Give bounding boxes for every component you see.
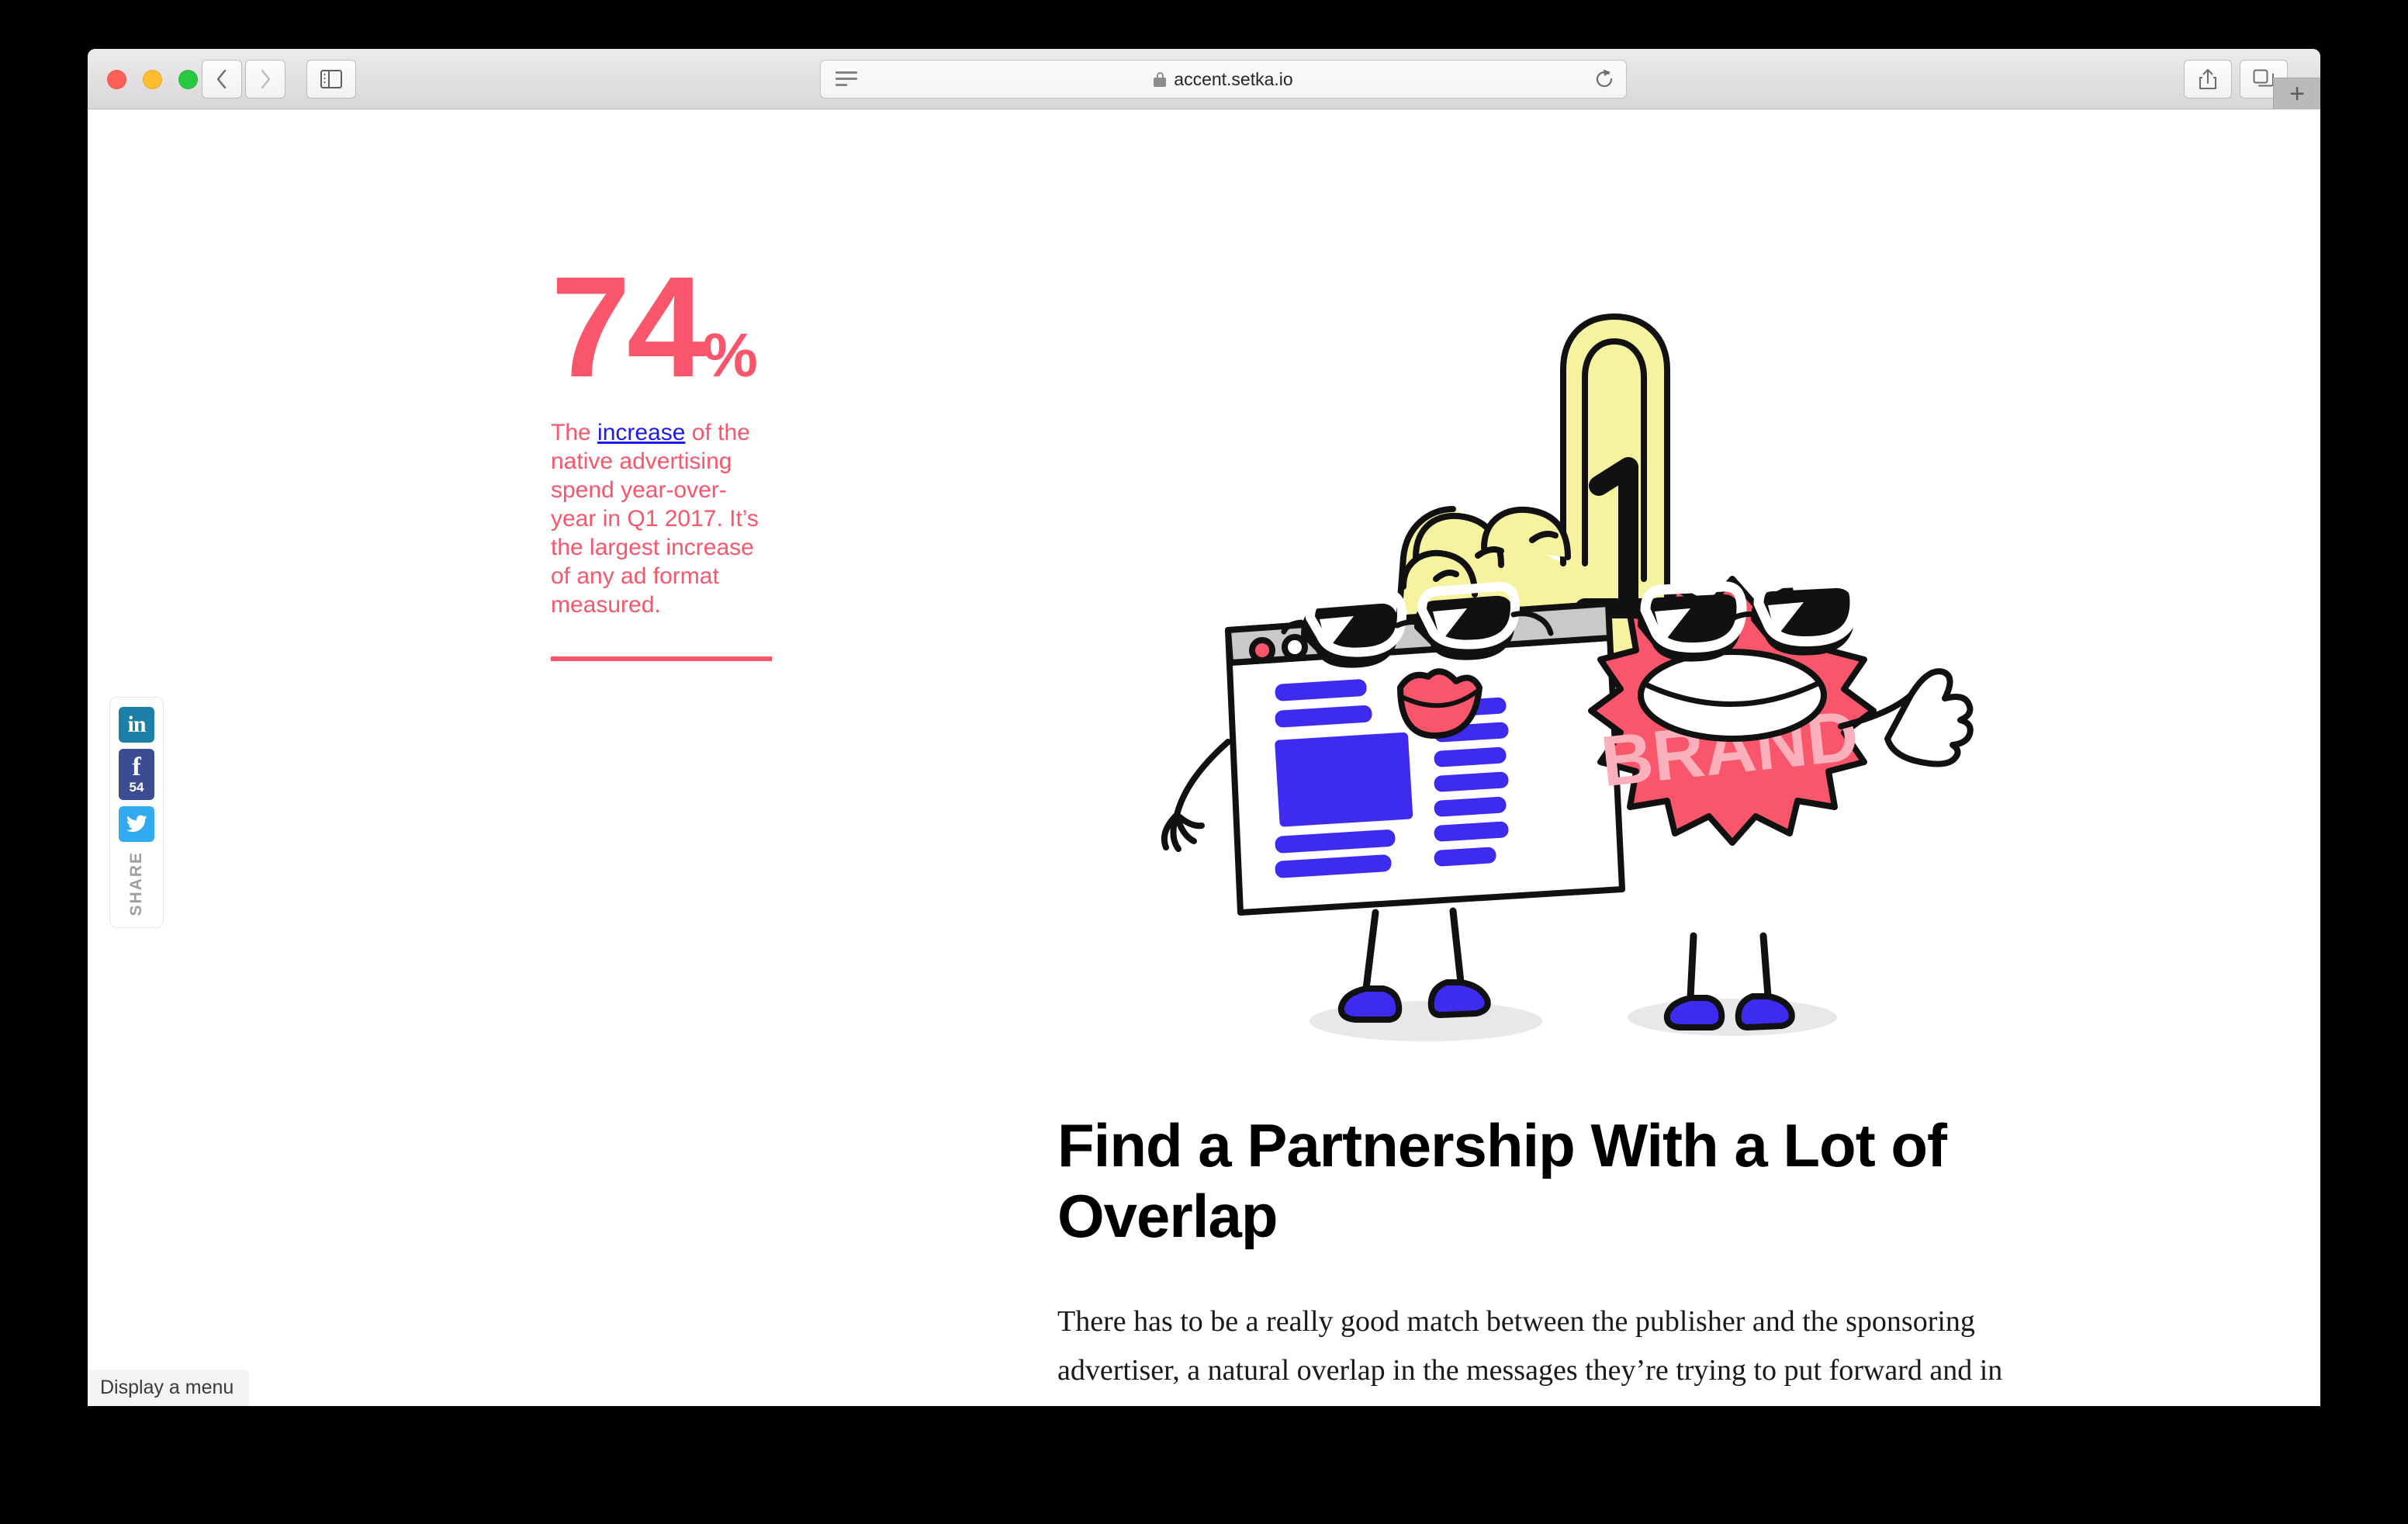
stat-caption: The increase of the native advertising s… — [551, 419, 760, 619]
linkedin-glyph: in — [127, 712, 146, 737]
new-tab-label: + — [2289, 79, 2305, 109]
stat-unit: % — [702, 320, 758, 390]
sidebar-toggle-button[interactable] — [306, 60, 356, 99]
tabs-icon — [2253, 69, 2274, 87]
browser-window: accent.setka.io + in f 54 SHARE 74% The … — [88, 49, 2320, 1406]
forward-button[interactable] — [245, 60, 285, 99]
chevron-left-icon — [216, 69, 227, 89]
close-window-button[interactable] — [107, 70, 126, 89]
twitter-bird-icon — [126, 815, 147, 833]
share-label: SHARE — [127, 851, 145, 916]
caption-before: The — [551, 420, 598, 446]
facebook-glyph: f — [132, 752, 141, 781]
stat-callout: 74% The increase of the native advertisi… — [551, 256, 784, 662]
stat-number: 74% — [551, 256, 784, 400]
reload-button[interactable] — [1582, 60, 1627, 99]
browser-character — [1161, 581, 1625, 1023]
status-bar: Display a menu — [88, 1370, 250, 1406]
reload-icon — [1596, 69, 1613, 88]
url-display: accent.setka.io — [821, 69, 1626, 90]
new-tab-button[interactable]: + — [2273, 78, 2320, 109]
sidebar-icon — [320, 70, 342, 88]
chevron-right-icon — [261, 69, 271, 89]
browser-toolbar: accent.setka.io + — [88, 49, 2320, 109]
stat-divider — [551, 656, 772, 662]
stat-value: 74 — [551, 248, 707, 407]
lock-icon — [1154, 71, 1167, 87]
address-bar[interactable]: accent.setka.io — [820, 60, 1627, 99]
status-bar-text: Display a menu — [100, 1377, 234, 1398]
share-button[interactable] — [2184, 60, 2232, 99]
increase-link[interactable]: increase — [597, 420, 685, 445]
back-button[interactable] — [202, 60, 242, 99]
share-icon — [2199, 69, 2216, 89]
minimize-window-button[interactable] — [143, 70, 162, 89]
hero-illustration: BRAND — [1119, 253, 1981, 1083]
share-twitter-button[interactable] — [119, 806, 154, 842]
window-controls — [107, 70, 198, 89]
article-body: There has to be a really good match betw… — [1057, 1304, 2008, 1407]
page-content: in f 54 SHARE 74% The increase of the na… — [88, 109, 2320, 1406]
share-facebook-button[interactable]: f 54 — [119, 749, 154, 800]
caption-after: of the native advertising spend year-ove… — [551, 420, 759, 618]
article-heading: Find a Partnership With a Lot of Overlap — [1057, 1111, 1947, 1251]
facebook-share-count: 54 — [129, 780, 144, 795]
brand-badge-character: BRAND — [1588, 575, 1974, 1030]
zoom-window-button[interactable] — [178, 70, 198, 89]
social-share-rail: in f 54 SHARE — [109, 697, 164, 928]
url-text: accent.setka.io — [1174, 68, 1293, 89]
share-linkedin-button[interactable]: in — [119, 707, 154, 743]
article-section: Find a Partnership With a Lot of Overlap… — [1057, 1110, 2027, 1406]
